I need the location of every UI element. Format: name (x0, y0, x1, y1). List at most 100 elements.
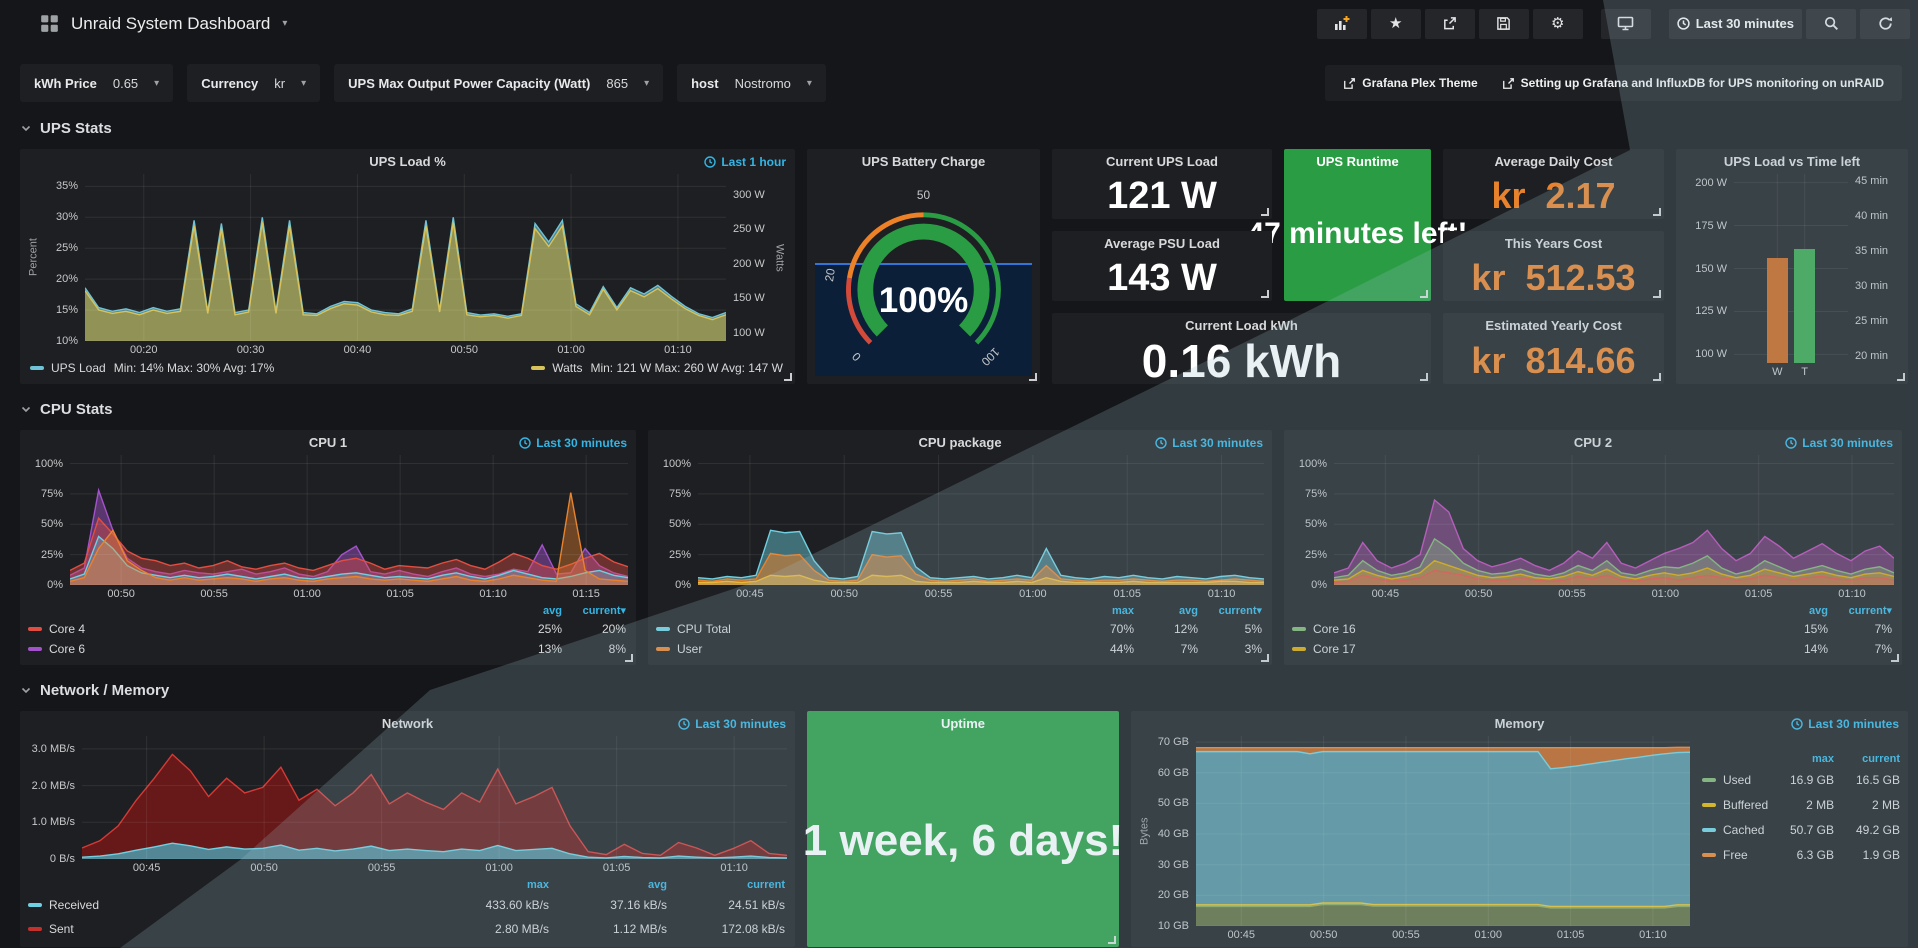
legend-row[interactable]: Sent2.80 MB/s1.12 MB/s172.08 kB/s (28, 917, 785, 941)
variable-host[interactable]: host Nostromo ▾ (677, 64, 826, 102)
legend-series-toggle[interactable]: UPS LoadMin: 14% Max: 30% Avg: 17% (30, 361, 274, 375)
panel-resize-handle[interactable] (1108, 936, 1116, 944)
legend-series-toggle[interactable]: WattsMin: 121 W Max: 260 W Avg: 147 W (531, 361, 783, 375)
legend-series-toggle[interactable]: Cached (1702, 823, 1768, 837)
panel-resize-handle[interactable] (625, 654, 633, 662)
axis-tick-label: 01:15 (572, 588, 600, 600)
add-panel-button[interactable] (1317, 9, 1367, 39)
panel-time-badge[interactable]: Last 30 minutes (678, 717, 786, 731)
legend-series-toggle[interactable]: Used (1702, 773, 1768, 787)
section-cpu-stats[interactable]: CPU Stats (20, 398, 1918, 420)
panel-resize-handle[interactable] (1653, 208, 1661, 216)
link-grafana-plex-theme[interactable]: Grafana Plex Theme (1331, 76, 1489, 90)
legend-series-toggle[interactable]: User (656, 642, 1070, 656)
legend-sort-header[interactable]: current (667, 879, 785, 891)
chart-plot[interactable]: 00:5000:5501:0001:0501:1001:15 (70, 455, 628, 585)
panel-resize-handle[interactable] (1653, 373, 1661, 381)
axis-tick-label: 20 min (1855, 350, 1888, 362)
legend-sort-header[interactable]: avg (549, 879, 667, 891)
time-zoom-out-button[interactable] (1806, 9, 1856, 39)
variable-label: Currency (201, 76, 258, 91)
legend-sort-header[interactable]: max (1070, 605, 1134, 617)
legend-series-toggle[interactable]: Received (28, 898, 431, 912)
panel-resize-handle[interactable] (1261, 654, 1269, 662)
legend-row[interactable]: Core 613%8% (28, 639, 626, 659)
panel-time-badge[interactable]: Last 30 minutes (1155, 436, 1263, 450)
panel-time-badge[interactable]: Last 1 hour (704, 155, 786, 169)
legend-row[interactable]: Used16.9 GB16.5 GB (1702, 767, 1900, 792)
refresh-button[interactable] (1860, 9, 1910, 39)
variable-kwh-price[interactable]: kWh Price 0.65 ▾ (20, 64, 173, 102)
ups-battery-gauge: 02050100100% (807, 174, 1040, 384)
add-panel-icon (1333, 15, 1350, 32)
star-button[interactable]: ★ (1371, 9, 1421, 39)
legend-sort-header[interactable]: current (1834, 753, 1900, 765)
legend-sort-header[interactable]: current▾ (562, 604, 626, 617)
legend-row[interactable]: Core 425%20% (28, 619, 626, 639)
clock-icon (704, 156, 716, 168)
legend-sort-header[interactable]: current▾ (1198, 604, 1262, 617)
legend-sort-header[interactable]: avg (498, 605, 562, 617)
legend-sort-header[interactable]: max (431, 879, 549, 891)
chevron-down-icon: ▾ (154, 78, 159, 89)
legend-value: 7% (1134, 642, 1198, 656)
link-grafana-influxdb-guide[interactable]: Setting up Grafana and InfluxDB for UPS … (1490, 76, 1896, 90)
legend-row[interactable]: Received433.60 kB/s37.16 kB/s24.51 kB/s (28, 893, 785, 917)
section-ups-stats[interactable]: UPS Stats (20, 117, 1918, 139)
axis-tick-label: 01:00 (1475, 929, 1503, 941)
legend-series-toggle[interactable]: Core 16 (1292, 622, 1764, 636)
legend-row[interactable]: Cached50.7 GB49.2 GB (1702, 817, 1900, 842)
chart-plot[interactable]: 00:4500:5000:5501:0001:0501:10 (698, 455, 1264, 585)
legend-sort-header[interactable]: max (1768, 753, 1834, 765)
legend-sort-header[interactable]: avg (1764, 605, 1828, 617)
panel-resize-handle[interactable] (1420, 290, 1428, 298)
chart-legend: maxavgcurrent▾ CPU Total70%12%5%User44%7%… (654, 602, 1264, 661)
panel-resize-handle[interactable] (1261, 290, 1269, 298)
section-network-memory[interactable]: Network / Memory (20, 679, 1918, 701)
chart-plot[interactable]: 00:4500:5000:5501:0001:0501:10 (1196, 736, 1690, 926)
chart-plot[interactable]: 00:4500:5000:5501:0001:0501:10 (1334, 455, 1894, 585)
axis-tick-label: 00:45 (133, 862, 161, 874)
time-badge-label: Last 30 minutes (536, 436, 627, 450)
legend-series-toggle[interactable]: Core 4 (28, 622, 498, 636)
variable-ups-max-output[interactable]: UPS Max Output Power Capacity (Watt) 865… (334, 64, 663, 102)
legend-series-toggle[interactable]: Free (1702, 848, 1768, 862)
legend-row[interactable]: Core 1714%7% (1292, 639, 1892, 659)
cycle-view-button[interactable] (1601, 9, 1651, 39)
chart-plot[interactable]: 00:2000:3000:4000:5001:0001:10 (85, 174, 726, 341)
panel-resize-handle[interactable] (784, 373, 792, 381)
legend-sort-header[interactable]: avg (1134, 605, 1198, 617)
legend-series-toggle[interactable]: Core 6 (28, 642, 498, 656)
variable-currency[interactable]: Currency kr ▾ (187, 64, 320, 102)
share-button[interactable] (1425, 9, 1475, 39)
panel-time-badge[interactable]: Last 30 minutes (1791, 717, 1899, 731)
panel-ups-load-vs-time-left: UPS Load vs Time left 200 W175 W150 W125… (1676, 149, 1908, 384)
settings-button[interactable]: ⚙ (1533, 9, 1583, 39)
legend-row[interactable]: Free6.3 GB1.9 GB (1702, 842, 1900, 867)
legend-row[interactable]: Buffered2 MB2 MB (1702, 792, 1900, 817)
panel-resize-handle[interactable] (1653, 290, 1661, 298)
panel-time-badge[interactable]: Last 30 minutes (1785, 436, 1893, 450)
legend-series-toggle[interactable]: Buffered (1702, 798, 1768, 812)
legend-row[interactable]: User44%7%3% (656, 639, 1262, 659)
axis-tick-label: 01:00 (293, 588, 321, 600)
panel-time-badge[interactable]: Last 30 minutes (519, 436, 627, 450)
legend-row[interactable]: Core 1615%7% (1292, 619, 1892, 639)
legend-series-toggle[interactable]: CPU Total (656, 622, 1070, 636)
legend-row[interactable]: CPU Total70%12%5% (656, 619, 1262, 639)
panel-resize-handle[interactable] (1897, 373, 1905, 381)
legend-series-toggle[interactable]: Sent (28, 922, 431, 936)
panel-resize-handle[interactable] (1891, 654, 1899, 662)
legend-sort-header[interactable]: current▾ (1828, 604, 1892, 617)
legend-series-toggle[interactable]: Core 17 (1292, 642, 1764, 656)
chart-plot[interactable]: WT (1734, 174, 1848, 363)
axis-tick-label: 175 W (1695, 220, 1727, 232)
time-range-picker[interactable]: Last 30 minutes (1669, 9, 1802, 39)
legend-value: 14% (1764, 642, 1828, 656)
chart-plot[interactable]: 00:4500:5000:5501:0001:0501:10 (82, 736, 787, 859)
dashboard-title-dropdown[interactable]: Unraid System Dashboard ▾ (40, 14, 287, 34)
panel-resize-handle[interactable] (1420, 373, 1428, 381)
panel-ups-battery-charge: UPS Battery Charge 02050100100% (807, 149, 1040, 384)
save-button[interactable] (1479, 9, 1529, 39)
axis-tick-label: 01:05 (1113, 588, 1141, 600)
